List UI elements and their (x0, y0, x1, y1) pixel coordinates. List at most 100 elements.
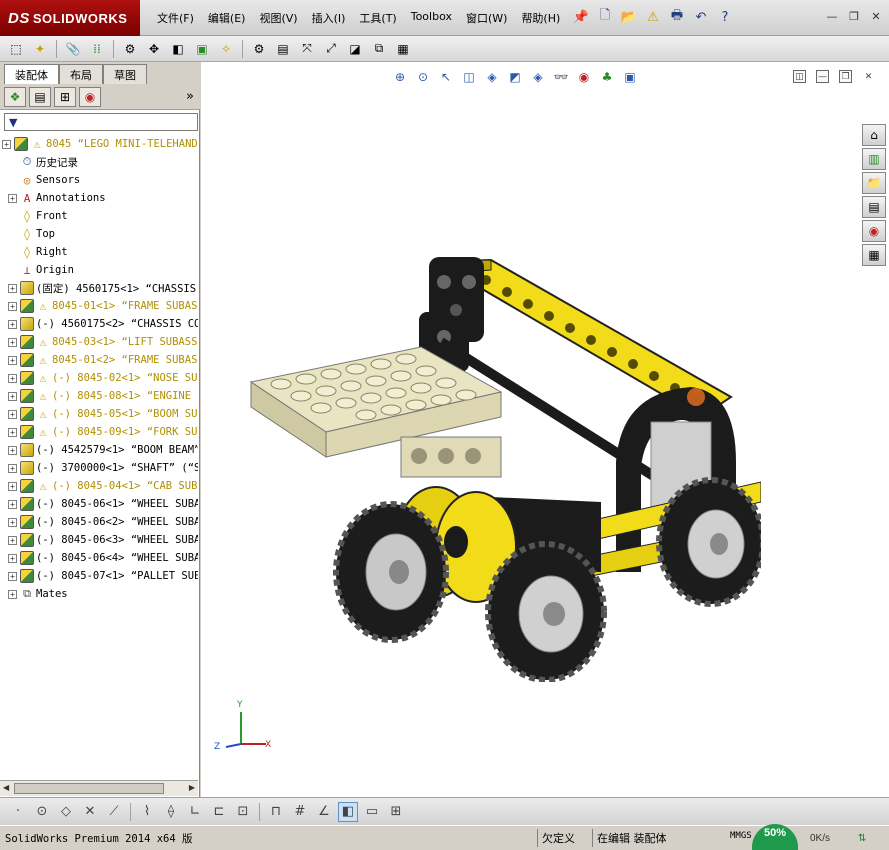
point-icon[interactable]: · (8, 802, 28, 822)
tree-node[interactable]: + (-) 8045-06<4> “WHEEL SUBA (8, 549, 198, 567)
tree-node[interactable]: + ⚠ (-) 8045-08<1> “ENGINE (8, 387, 191, 405)
grid-icon[interactable]: ⊡ (233, 802, 253, 822)
tree-node[interactable]: + (-) 8045-07<1> “PALLET SUE (8, 567, 198, 585)
expand-toggle-icon[interactable]: + (8, 355, 17, 365)
expand-toggle-icon[interactable]: + (2, 139, 11, 149)
expand-toggle-icon[interactable]: + (8, 535, 17, 545)
display-manager-icon[interactable]: ◉ (79, 86, 101, 107)
unit-system[interactable]: MMGS (730, 831, 752, 841)
move-component-icon[interactable]: ✥ (144, 39, 164, 59)
tree-node[interactable]: + ⚠ (-) 8045-04<1> “CAB SUB (8, 477, 197, 495)
expand-toggle-icon[interactable]: + (8, 301, 17, 311)
tree-node[interactable]: + (固定) 4560175<1> “CHASSIS (8, 279, 196, 297)
menu-help[interactable]: 帮助(H) (514, 10, 567, 26)
shaded-with-edges-icon[interactable]: ◧ (338, 801, 358, 822)
explode-line-sketch-icon[interactable]: ⤢ (321, 39, 341, 59)
view-settings-icon[interactable]: ▣ (621, 68, 639, 86)
appearances-scenes-icon[interactable]: ◉ (862, 220, 886, 242)
new-motion-study-icon[interactable]: ⚙ (249, 39, 269, 59)
previous-view-icon[interactable]: ↖ (437, 68, 455, 86)
menu-insert[interactable]: 插入(I) (305, 10, 353, 26)
tree-node[interactable]: + ⚠ 8045 “LEGO MINI-TELEHANDLE (2, 135, 198, 153)
expand-toggle-icon[interactable]: + (8, 427, 17, 437)
apply-scene-icon[interactable]: ♣ (598, 68, 616, 86)
expand-toggle-icon[interactable]: + (8, 337, 17, 347)
grid-display-icon[interactable]: # (290, 802, 310, 822)
telehandler-3d-model[interactable] (241, 242, 761, 682)
polygon-icon[interactable]: ◇ (56, 802, 76, 822)
tree-node[interactable]: + (-) 3700000<1> “SHAFT” (“S (8, 459, 198, 477)
expand-chevron-icon[interactable]: » (186, 89, 194, 104)
angle-icon[interactable]: ∠ (314, 802, 334, 822)
expand-toggle-icon[interactable]: + (8, 517, 17, 527)
close-icon[interactable]: ✕ (869, 9, 883, 23)
help-icon[interactable]: ? (716, 7, 734, 27)
graphics-area[interactable]: ⊕ ⊙ ↖ ◫ ◈ ◩ ◈ 👓 ◉ ♣ ▣ ◫ — ❐ ✕ ⌂ ▥ 📁 ▤ ◉ … (201, 62, 889, 797)
scroll-right-icon[interactable]: ▶ (189, 783, 195, 792)
expand-toggle-icon[interactable]: + (8, 571, 17, 581)
restore-icon[interactable]: ❐ (847, 9, 861, 23)
tree-node[interactable]: + (-) 8045-06<2> “WHEEL SUBA (8, 513, 198, 531)
reference-geometry-icon[interactable]: ✧ (216, 39, 236, 59)
viewport-restore-icon[interactable]: ❐ (839, 70, 852, 83)
view-orientation-icon[interactable]: ◩ (506, 68, 524, 86)
section-view-icon[interactable]: ◫ (460, 68, 478, 86)
pushpin-icon[interactable]: 📌 (572, 7, 590, 27)
open-folder-icon[interactable]: 📂 (620, 7, 638, 27)
tree-node[interactable]: + ⚠ 8045-01<2> “FRAME SUBAS (8, 351, 197, 369)
smart-fasteners-icon[interactable]: ⚙ (120, 39, 140, 59)
mate-icon[interactable]: 📎 (63, 39, 83, 59)
assembly-features-icon[interactable]: ▣ (192, 39, 212, 59)
clearance-verification-icon[interactable]: ⧉ (369, 39, 389, 59)
tree-node[interactable]: + ⚠ 8045-03<1> “LIFT SUBASS (8, 333, 197, 351)
expand-toggle-icon[interactable]: + (8, 319, 17, 329)
menu-tools[interactable]: 工具(T) (352, 10, 403, 26)
rebuild-warning-icon[interactable]: ⚠ (644, 7, 662, 27)
tab-assembly[interactable]: 装配体 (4, 64, 59, 84)
new-part-icon[interactable]: ✦ (30, 39, 50, 59)
exploded-view-icon[interactable]: ⤧ (297, 39, 317, 59)
tab-layout[interactable]: 布局 (59, 64, 103, 84)
tree-node[interactable]: ◊ Top (8, 225, 55, 243)
design-library-icon[interactable]: ▥ (862, 148, 886, 170)
measure-icon[interactable]: ⊓ (266, 802, 286, 822)
zoom-to-fit-icon[interactable]: ⊕ (391, 68, 409, 86)
menu-view[interactable]: 视图(V) (252, 10, 304, 26)
tree-node[interactable]: + ⚠ (-) 8045-05<1> “BOOM SU (8, 405, 197, 423)
viewport-minimize-icon[interactable]: — (816, 70, 829, 83)
tree-node[interactable]: ◎ Sensors (8, 171, 81, 189)
split-view-icon[interactable]: ◫ (793, 70, 806, 83)
dynamic-annotation-icon[interactable]: ◈ (483, 68, 501, 86)
scroll-thumb[interactable] (14, 783, 164, 794)
view-single-icon[interactable]: ▭ (362, 802, 382, 822)
interference-detection-icon[interactable]: ◪ (345, 39, 365, 59)
convert-entities-icon[interactable]: ⌇ (137, 802, 157, 822)
show-hidden-icon[interactable]: ◧ (168, 39, 188, 59)
smart-dimension-icon[interactable]: ∟ (185, 802, 205, 822)
menu-edit[interactable]: 编辑(E) (201, 10, 253, 26)
view-four-icon[interactable]: ⊞ (386, 802, 406, 822)
edit-appearance-icon[interactable]: ◉ (575, 68, 593, 86)
viewport-close-icon[interactable]: ✕ (862, 70, 875, 83)
trim-icon[interactable]: ✕ (80, 802, 100, 822)
expand-toggle-icon[interactable]: + (8, 373, 17, 383)
tree-node[interactable]: + (-) 8045-06<1> “WHEEL SUBA (8, 495, 198, 513)
tree-node[interactable]: ⏱ 历史记录 (8, 153, 78, 171)
tab-sketch[interactable]: 草图 (103, 64, 147, 84)
undo-icon[interactable]: ↶ (692, 7, 710, 27)
tree-node[interactable]: + (-) 4542579<1> “BOOM BEAM” (8, 441, 198, 459)
display-style-icon[interactable]: ◈ (529, 68, 547, 86)
new-document-icon[interactable]: 🗋 (596, 7, 614, 27)
expand-toggle-icon[interactable]: + (8, 193, 17, 203)
extend-icon[interactable]: ⟋ (104, 802, 124, 822)
expand-toggle-icon[interactable]: + (8, 409, 17, 419)
expand-toggle-icon[interactable]: + (8, 463, 17, 473)
hide-show-items-icon[interactable]: 👓 (552, 68, 570, 86)
linear-pattern-icon[interactable]: ⁞⁞ (87, 39, 107, 59)
hole-alignment-icon[interactable]: ▦ (393, 39, 413, 59)
configuration-manager-icon[interactable]: ⊞ (54, 86, 76, 107)
tree-node[interactable]: + ⚠ 8045-01<1> “FRAME SUBAS (8, 297, 197, 315)
tree-node[interactable]: ⊥ Origin (8, 261, 74, 279)
tree-node[interactable]: + A Annotations (8, 189, 106, 207)
view-palette-icon[interactable]: ▤ (862, 196, 886, 218)
